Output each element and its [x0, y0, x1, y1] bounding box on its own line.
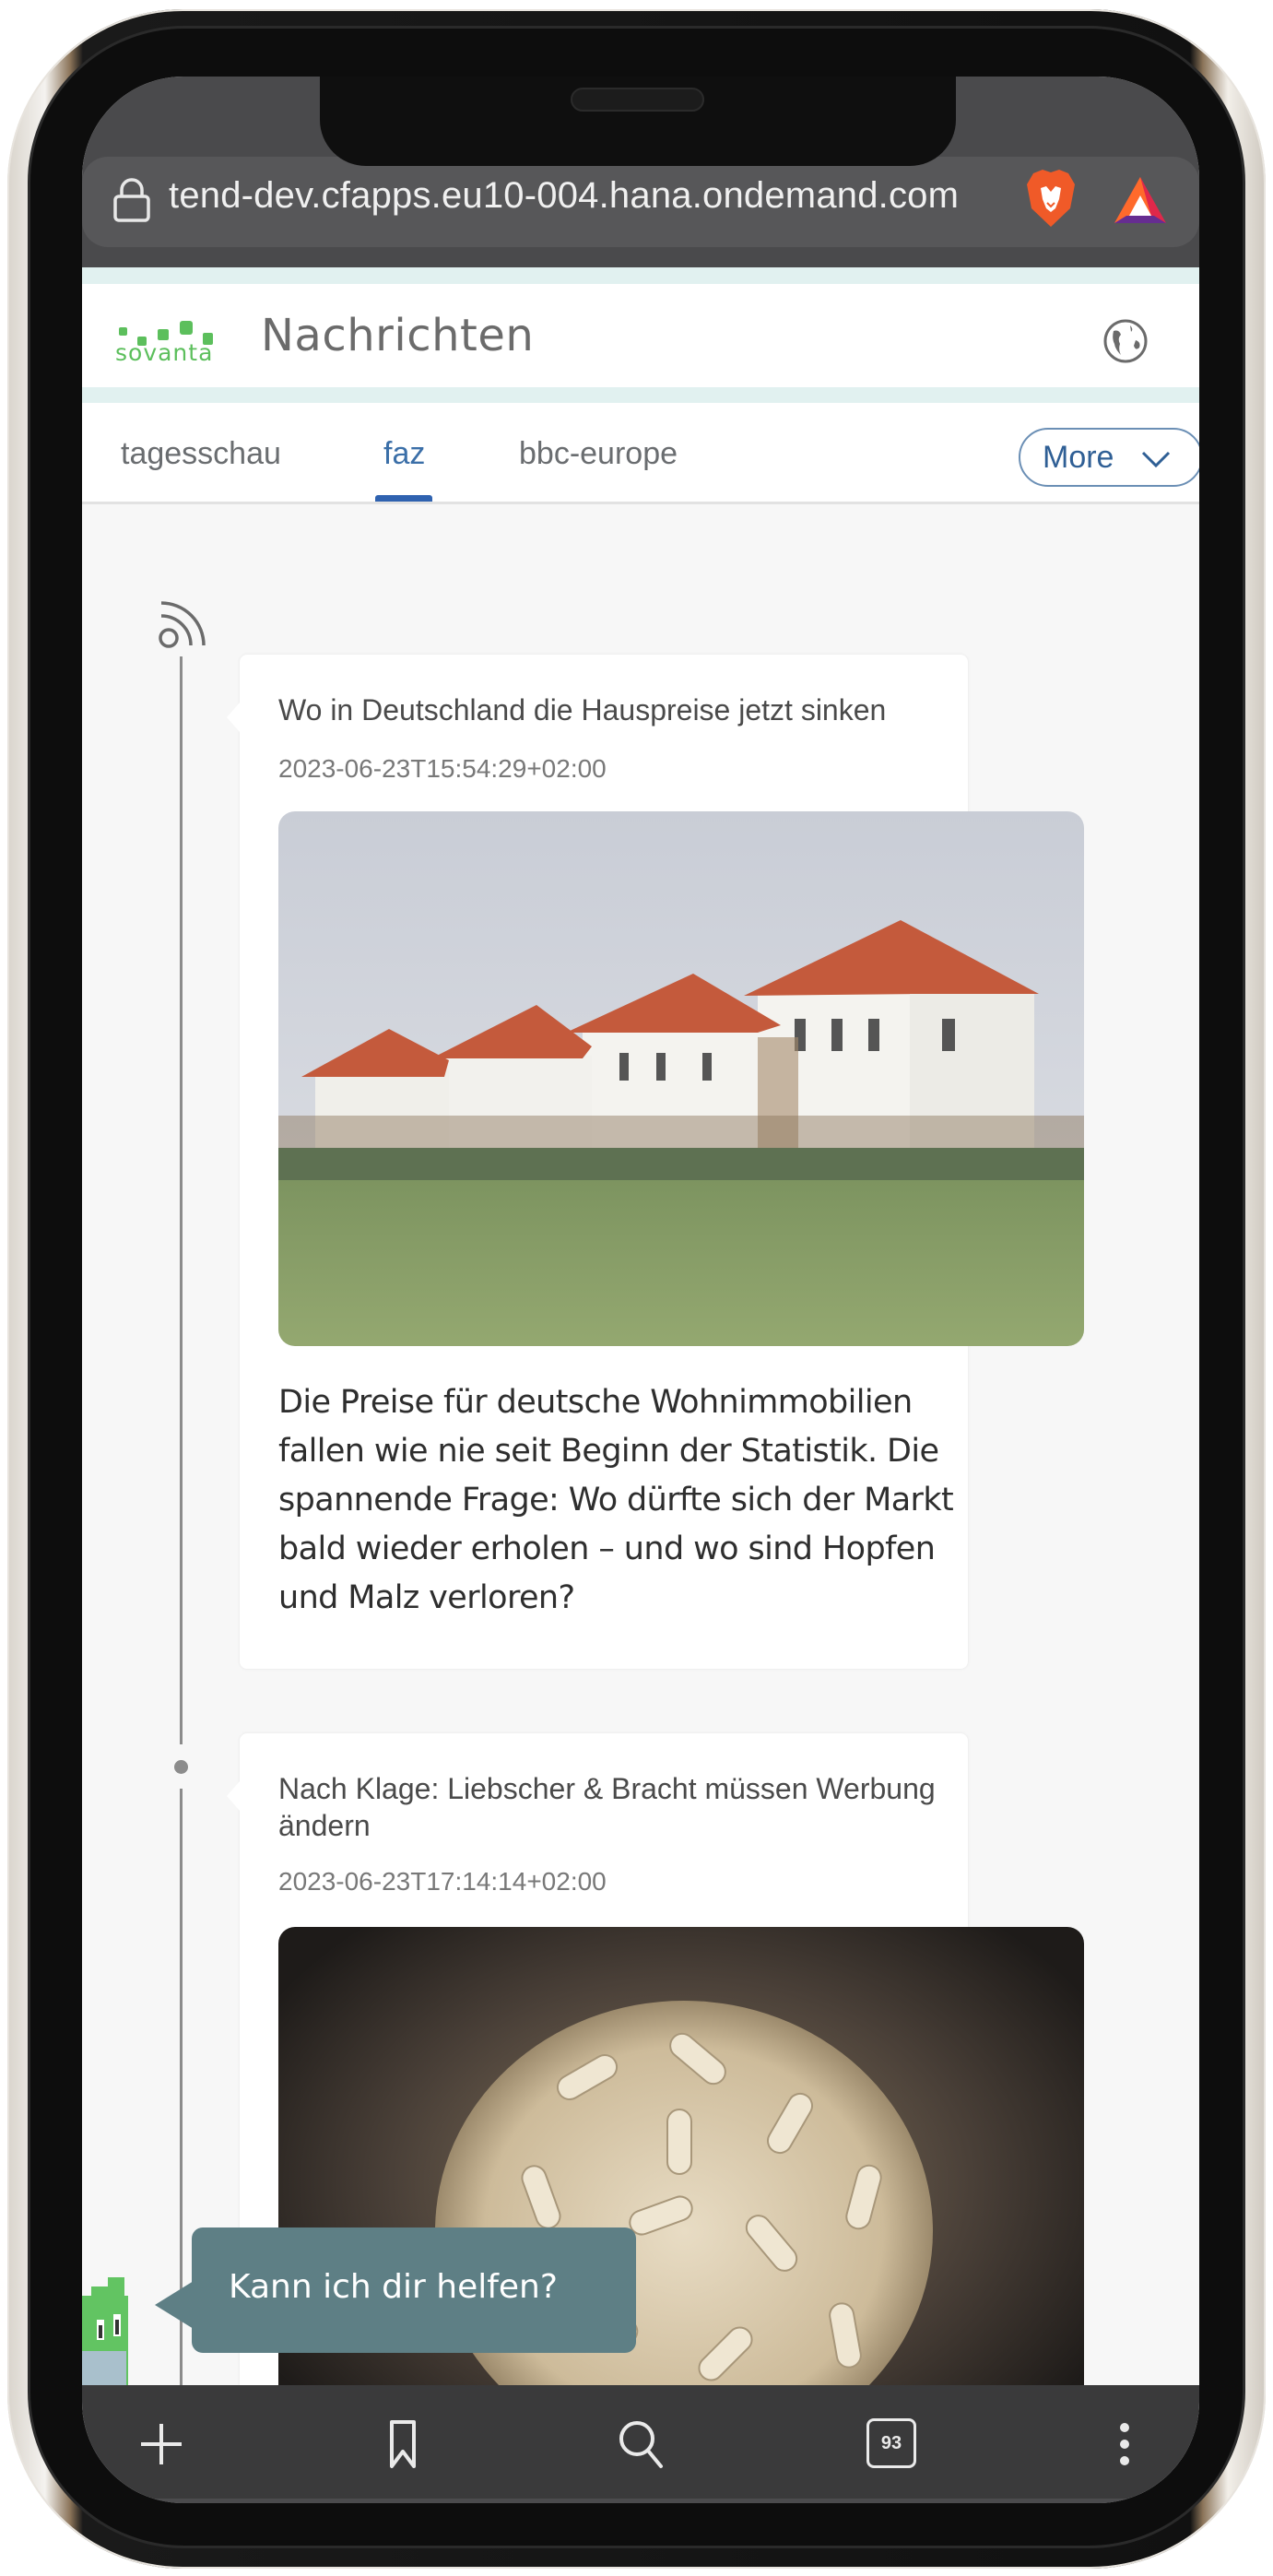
assistant-mascot-icon[interactable]	[82, 2277, 139, 2386]
timeline-line	[180, 656, 183, 1744]
bat-rewards-icon[interactable]	[1113, 175, 1168, 225]
lock-icon	[113, 178, 150, 222]
timeline-dot	[174, 1760, 188, 1774]
tab-count-button[interactable]: 93	[866, 2418, 916, 2468]
browser-bottom-toolbar: 93	[82, 2385, 1199, 2503]
header-band	[82, 267, 1199, 284]
header-band	[82, 387, 1199, 403]
news-title[interactable]: Nach Klage: Liebscher & Bracht müssen We…	[278, 1770, 961, 1844]
tab-bbc-europe[interactable]: bbc-europe	[519, 436, 678, 472]
source-tabs: tagesschau faz bbc-europe More	[82, 403, 1199, 504]
rss-feed-icon	[159, 601, 206, 648]
bookmark-icon[interactable]	[377, 2416, 429, 2472]
news-timeline: Wo in Deutschland die Hauspreise jetzt s…	[82, 507, 1199, 2499]
news-image[interactable]	[278, 811, 1084, 1346]
news-date: 2023-06-23T15:54:29+02:00	[278, 754, 607, 783]
news-description: Die Preise für deutsche Wohnimmobilien f…	[278, 1384, 954, 1616]
assistant-chat-bubble[interactable]: Kann ich dir helfen?	[155, 2227, 636, 2353]
speaker-grille	[571, 88, 704, 112]
page-title: Nachrichten	[261, 310, 535, 361]
search-icon[interactable]	[615, 2416, 666, 2472]
news-title[interactable]: Wo in Deutschland die Hauspreise jetzt s…	[278, 691, 961, 728]
globe-icon[interactable]	[1102, 318, 1149, 364]
more-vertical-icon[interactable]	[1099, 2416, 1150, 2472]
more-button-label: More	[1043, 440, 1114, 475]
brave-lion-icon[interactable]	[1024, 168, 1078, 229]
active-tab-indicator	[375, 495, 432, 502]
more-tabs-button[interactable]: More	[1019, 428, 1199, 487]
phone-screen: tend-dev.cfapps.eu10-004.hana.ondemand.c…	[82, 77, 1199, 2503]
plus-icon[interactable]	[136, 2416, 187, 2472]
app-header: sovanta Nachrichten	[82, 284, 1199, 387]
tab-faz[interactable]: faz	[383, 436, 425, 472]
logo-wordmark: sovanta	[115, 339, 214, 366]
houses-photo	[278, 811, 1084, 1346]
camera-notch	[320, 77, 956, 166]
news-card[interactable]: Wo in Deutschland die Hauspreise jetzt s…	[227, 655, 1084, 1669]
news-card[interactable]: Nach Klage: Liebscher & Bracht müssen We…	[227, 1733, 1084, 2499]
news-date: 2023-06-23T17:14:14+02:00	[278, 1867, 607, 1896]
tab-tagesschau[interactable]: tagesschau	[121, 436, 281, 472]
chevron-down-icon	[1141, 451, 1171, 468]
url-text[interactable]: tend-dev.cfapps.eu10-004.hana.ondemand.c…	[169, 175, 959, 217]
